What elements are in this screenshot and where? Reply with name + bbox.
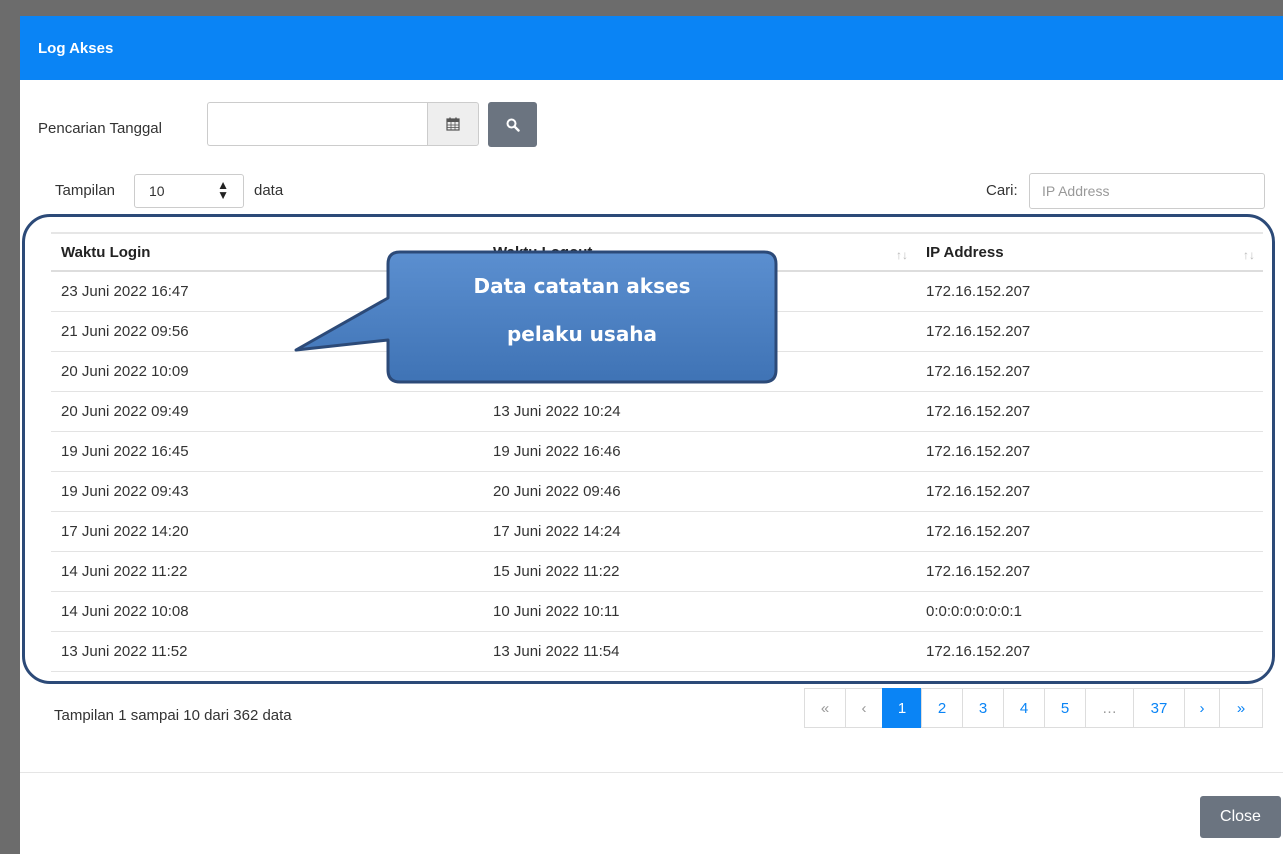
pagination: « ‹ 1 2 3 4 5 … 37 › » (804, 688, 1263, 728)
page-length-select[interactable]: 10 ▲ ▼ (134, 174, 244, 208)
callout-line-1: Data catatan akses (473, 274, 691, 298)
search-icon (506, 118, 520, 132)
last-page-button[interactable]: » (1219, 688, 1263, 728)
close-button[interactable]: Close (1200, 796, 1281, 838)
modal-title: Log Akses (38, 40, 114, 57)
date-filter-label: Pencarian Tanggal (38, 120, 162, 137)
table-info: Tampilan 1 sampai 10 dari 362 data (54, 707, 292, 724)
first-page-button[interactable]: « (804, 688, 846, 728)
page-button-37[interactable]: 37 (1133, 688, 1185, 728)
search-input[interactable]: IP Address (1029, 173, 1265, 209)
date-filter-input[interactable] (207, 102, 427, 146)
page-ellipsis: … (1085, 688, 1134, 728)
next-page-button[interactable]: › (1184, 688, 1220, 728)
page-button-5[interactable]: 5 (1044, 688, 1086, 728)
page-button-1[interactable]: 1 (882, 688, 922, 728)
page-length-label: Tampilan (55, 182, 116, 199)
page-button-3[interactable]: 3 (962, 688, 1004, 728)
calendar-icon (446, 117, 460, 131)
calendar-button[interactable] (427, 102, 479, 146)
select-arrows-icon: ▲ ▼ (217, 178, 229, 202)
callout-text: Data catatan akses pelaku usaha (390, 262, 774, 378)
page-length-value: 10 (149, 183, 165, 199)
page-length-suffix: data (254, 182, 284, 199)
search-label: Cari: (986, 182, 1018, 199)
prev-page-button[interactable]: ‹ (845, 688, 883, 728)
page-button-4[interactable]: 4 (1003, 688, 1045, 728)
page-button-2[interactable]: 2 (921, 688, 963, 728)
modal-header: Log Akses (20, 16, 1283, 80)
search-date-button[interactable] (488, 102, 537, 147)
callout-line-2: pelaku usaha (506, 322, 658, 346)
footer-divider (20, 772, 1283, 773)
